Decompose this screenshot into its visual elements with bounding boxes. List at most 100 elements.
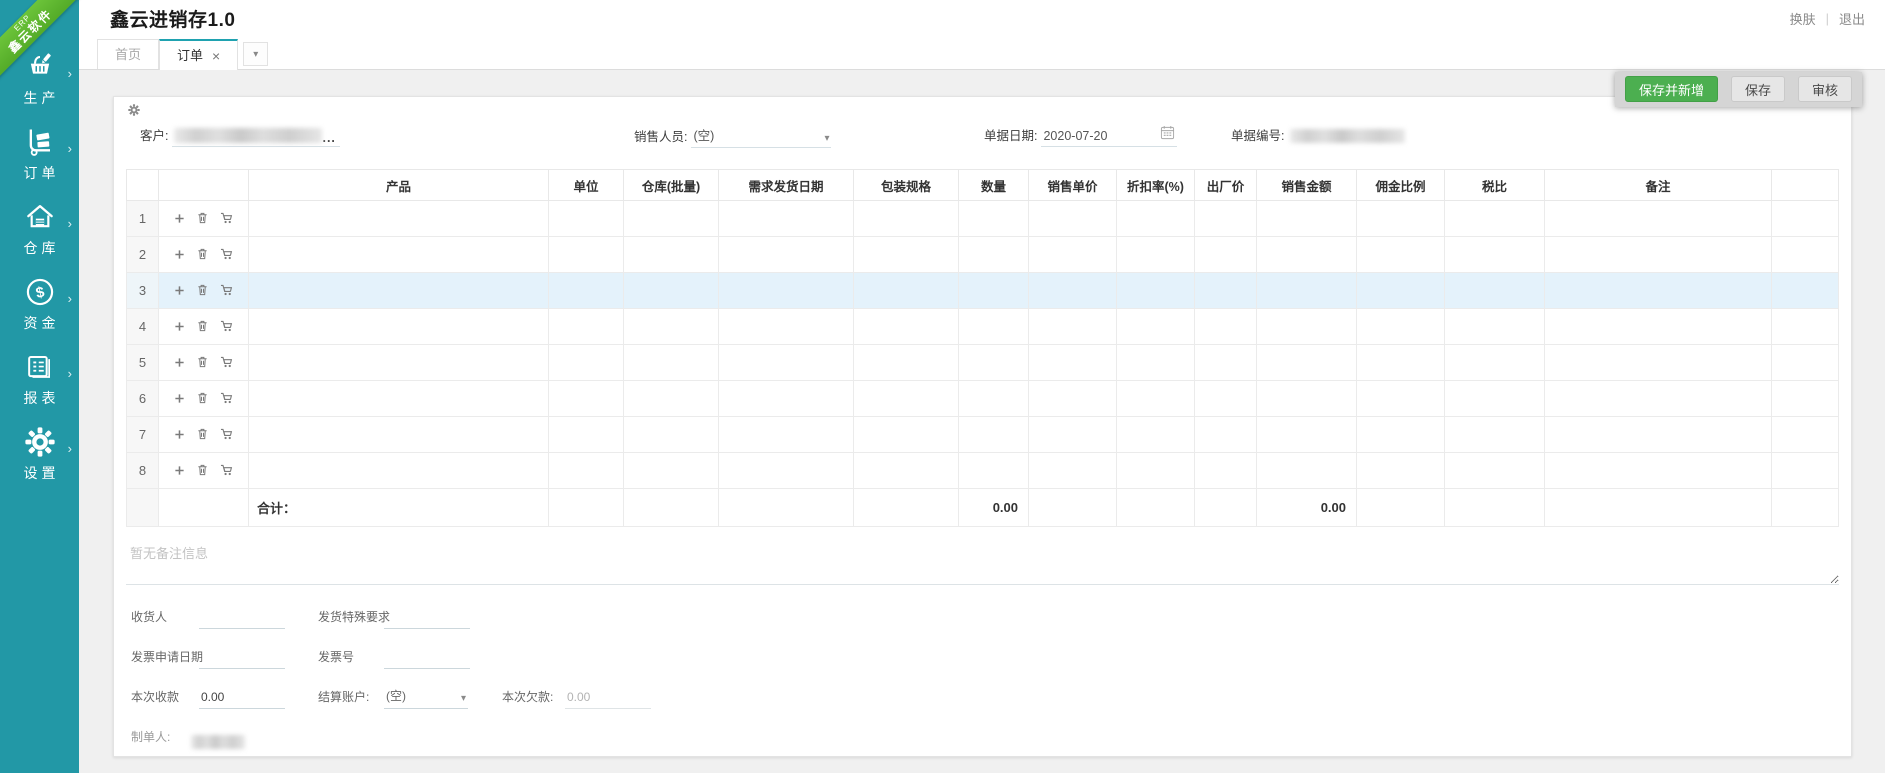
grid-cell[interactable]	[1444, 308, 1545, 345]
received-input[interactable]	[199, 688, 285, 709]
grid-cell[interactable]	[1194, 308, 1257, 345]
grid-cell[interactable]	[1444, 380, 1545, 417]
grid-cell[interactable]	[1444, 416, 1545, 453]
grid-cell[interactable]	[1356, 380, 1445, 417]
grid-cell[interactable]	[1116, 416, 1195, 453]
grid-cell[interactable]	[1444, 452, 1545, 489]
audit-button[interactable]: 审核	[1797, 76, 1852, 102]
grid-cell[interactable]	[248, 272, 549, 309]
add-row-icon[interactable]	[174, 356, 185, 371]
sidebar-item-funds[interactable]: $ 资金 ›	[0, 277, 79, 352]
delete-row-icon[interactable]	[197, 356, 208, 371]
grid-cell[interactable]	[1544, 272, 1772, 309]
salesperson-select[interactable]: (空) ▾	[691, 125, 832, 148]
add-row-icon[interactable]	[174, 428, 185, 443]
grid-cell[interactable]	[853, 452, 959, 489]
grid-cell[interactable]	[1356, 416, 1445, 453]
grid-cell[interactable]	[853, 272, 959, 309]
grid-cell[interactable]	[958, 380, 1029, 417]
grid-cell[interactable]	[548, 416, 624, 453]
grid-cell[interactable]	[1356, 452, 1445, 489]
grid-cell[interactable]	[1256, 236, 1357, 273]
delete-row-icon[interactable]	[197, 320, 208, 335]
grid-cell[interactable]	[1356, 308, 1445, 345]
save-and-new-button[interactable]: 保存并新增	[1624, 76, 1718, 102]
grid-cell[interactable]	[1194, 416, 1257, 453]
grid-cell[interactable]	[718, 200, 854, 237]
grid-cell[interactable]	[1028, 416, 1117, 453]
grid-cell[interactable]	[1356, 272, 1445, 309]
add-row-icon[interactable]	[174, 464, 185, 479]
sidebar-item-settings[interactable]: 设置 ›	[0, 427, 79, 502]
customer-more-ellipsis[interactable]: ...	[322, 132, 335, 145]
grid-cell[interactable]	[853, 308, 959, 345]
add-row-icon[interactable]	[174, 284, 185, 299]
calendar-icon[interactable]	[1160, 125, 1175, 143]
grid-cell[interactable]	[1544, 308, 1772, 345]
grid-cell[interactable]	[248, 380, 549, 417]
invoice-request-date-input[interactable]	[199, 648, 285, 669]
grid-cell[interactable]	[1116, 380, 1195, 417]
grid-cell[interactable]	[1028, 308, 1117, 345]
grid-cell[interactable]	[958, 236, 1029, 273]
panel-settings-gear-icon[interactable]	[126, 103, 1839, 119]
grid-cell[interactable]	[248, 452, 549, 489]
add-row-icon[interactable]	[174, 212, 185, 227]
delete-row-icon[interactable]	[197, 212, 208, 227]
grid-cell[interactable]	[1116, 236, 1195, 273]
change-skin-link[interactable]: 换肤	[1790, 9, 1816, 28]
grid-cell[interactable]	[1544, 344, 1772, 381]
grid-cell[interactable]	[718, 308, 854, 345]
add-row-icon[interactable]	[174, 320, 185, 335]
grid-cell[interactable]	[1028, 236, 1117, 273]
grid-cell[interactable]	[1444, 236, 1545, 273]
grid-cell[interactable]	[623, 416, 719, 453]
grid-cell[interactable]	[1771, 416, 1839, 453]
grid-cell[interactable]	[958, 416, 1029, 453]
grid-cell[interactable]	[1256, 200, 1357, 237]
grid-cell[interactable]	[1544, 380, 1772, 417]
grid-cell[interactable]	[1194, 344, 1257, 381]
grid-cell[interactable]	[718, 416, 854, 453]
grid-cell[interactable]	[623, 380, 719, 417]
grid-cell[interactable]	[1356, 236, 1445, 273]
grid-cell[interactable]	[1771, 272, 1839, 309]
grid-cell[interactable]	[1256, 416, 1357, 453]
grid-cell[interactable]	[1028, 452, 1117, 489]
grid-cell[interactable]	[718, 380, 854, 417]
tab-orders[interactable]: 订单 ×	[159, 39, 239, 70]
grid-cell[interactable]	[248, 344, 549, 381]
tab-home[interactable]: 首页	[97, 39, 160, 69]
grid-cell[interactable]	[548, 380, 624, 417]
grid-cell[interactable]	[248, 308, 549, 345]
delete-row-icon[interactable]	[197, 428, 208, 443]
grid-cell[interactable]	[548, 272, 624, 309]
grid-cell[interactable]	[623, 200, 719, 237]
grid-cell[interactable]	[1028, 344, 1117, 381]
grid-cell[interactable]	[1771, 344, 1839, 381]
grid-cell[interactable]	[1544, 416, 1772, 453]
grid-cell[interactable]	[1194, 272, 1257, 309]
grid-cell[interactable]	[1256, 380, 1357, 417]
shipping-requirements-input[interactable]	[384, 608, 470, 629]
grid-cell[interactable]	[1444, 272, 1545, 309]
grid-cell[interactable]	[958, 308, 1029, 345]
grid-cell[interactable]	[1444, 344, 1545, 381]
select-product-cart-icon[interactable]	[220, 248, 233, 263]
tab-close-icon[interactable]: ×	[212, 49, 220, 63]
grid-cell[interactable]	[1771, 380, 1839, 417]
sidebar-item-production[interactable]: 生产 ›	[0, 52, 79, 127]
grid-cell[interactable]	[1771, 200, 1839, 237]
grid-cell[interactable]	[623, 308, 719, 345]
grid-cell[interactable]	[718, 452, 854, 489]
grid-cell[interactable]	[1256, 272, 1357, 309]
save-button[interactable]: 保存	[1730, 76, 1785, 102]
grid-cell[interactable]	[623, 452, 719, 489]
grid-cell[interactable]	[1194, 380, 1257, 417]
grid-cell[interactable]	[853, 380, 959, 417]
grid-cell[interactable]	[248, 416, 549, 453]
grid-cell[interactable]	[1028, 380, 1117, 417]
select-product-cart-icon[interactable]	[220, 320, 233, 335]
tab-list-dropdown-button[interactable]: ▾	[243, 42, 269, 66]
consignee-input[interactable]	[199, 608, 285, 629]
